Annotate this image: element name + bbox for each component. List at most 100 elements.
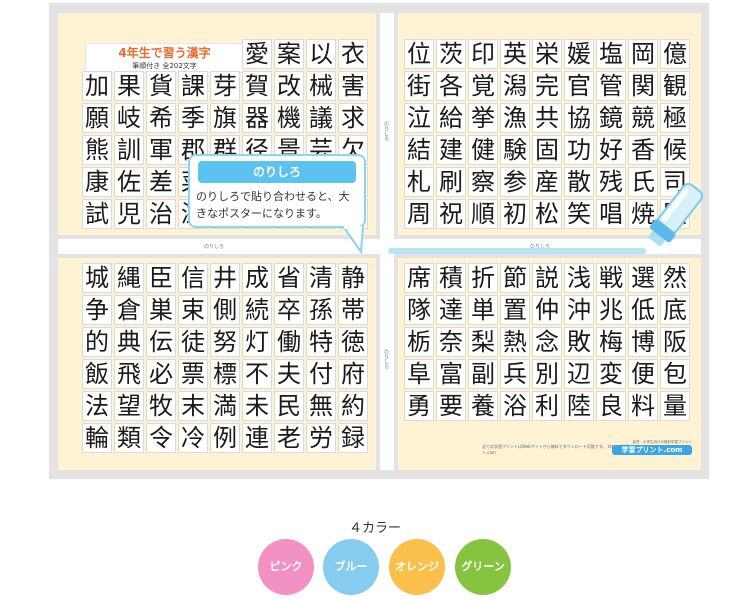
kanji-cell: 好 <box>596 135 626 165</box>
kanji-cell: 散 <box>564 167 594 197</box>
kanji-cell: 選 <box>628 263 658 293</box>
poster-panel-bottom-left: 城縄臣信井成省清静争倉巣束側続卒孫帯的典伝徒努灯働特徳飯飛必票標不夫付府法望牧末… <box>58 258 376 470</box>
kanji-cell: 害 <box>338 71 368 101</box>
kanji-cell: 約 <box>338 391 368 421</box>
kanji-cell: 初 <box>500 199 530 229</box>
kanji-cell: 阪 <box>660 327 690 357</box>
kanji-cell: 札 <box>404 167 434 197</box>
kanji-cell: 軍 <box>146 135 176 165</box>
kanji-cell: 栃 <box>404 327 434 357</box>
kanji-cell: 府 <box>338 359 368 389</box>
kanji-cell: 勇 <box>404 391 434 421</box>
kanji-cell: 改 <box>274 71 304 101</box>
kanji-cell: 省 <box>274 263 304 293</box>
callout-heading: のりしろ <box>198 161 356 183</box>
kanji-cell: 念 <box>532 327 562 357</box>
kanji-cell: 果 <box>114 71 144 101</box>
kanji-cell: 信 <box>178 263 208 293</box>
kanji-cell: 案 <box>274 39 304 69</box>
kanji-cell: 老 <box>274 423 304 453</box>
poster-preview: 4年生で習う漢字 筆順付き 全202文字 愛案以衣加果貨課芽賀改械害願岐希季旗器… <box>49 3 709 479</box>
kanji-cell: 包 <box>660 359 690 389</box>
kanji-cell: 器 <box>242 103 272 133</box>
kanji-cell: 束 <box>178 295 208 325</box>
kanji-cell: 栄 <box>532 39 562 69</box>
kanji-cell: 課 <box>178 71 208 101</box>
kanji-cell: 周 <box>404 199 434 229</box>
kanji-cell: 飛 <box>114 359 144 389</box>
kanji-cell: 管 <box>596 71 626 101</box>
kanji-cell: 折 <box>468 263 498 293</box>
glue-stick-icon <box>648 182 704 246</box>
speech-tail-icon <box>341 226 365 254</box>
kanji-cell: 沖 <box>564 295 594 325</box>
kanji-cell: 産 <box>532 167 562 197</box>
kanji-cell: 仲 <box>532 295 562 325</box>
kanji-cell: 媛 <box>564 39 594 69</box>
kanji-cell: 察 <box>468 167 498 197</box>
kanji-cell: 完 <box>532 71 562 101</box>
kanji-cell: 議 <box>306 103 336 133</box>
kanji-cell: 機 <box>274 103 304 133</box>
kanji-cell: 令 <box>146 423 176 453</box>
kanji-cell: 連 <box>242 423 272 453</box>
kanji-cell: 残 <box>596 167 626 197</box>
kanji-cell: 衣 <box>338 39 368 69</box>
kanji-cell: 建 <box>436 135 466 165</box>
kanji-cell: 満 <box>210 391 240 421</box>
kanji-cell: 料 <box>628 391 658 421</box>
kanji-cell: 臣 <box>146 263 176 293</box>
kanji-cell: 副 <box>468 359 498 389</box>
kanji-cell: 官 <box>564 71 594 101</box>
kanji-cell: 加 <box>82 71 112 101</box>
kanji-cell: 試 <box>82 199 112 229</box>
kanji-cell: 阜 <box>404 359 434 389</box>
kanji-cell: 末 <box>178 391 208 421</box>
kanji-cell: 覚 <box>468 71 498 101</box>
color-option-orange[interactable]: オレンジ <box>389 539 445 595</box>
kanji-cell: 芽 <box>210 71 240 101</box>
kanji-cell: 鏡 <box>596 103 626 133</box>
color-options-heading: ４カラー <box>348 521 401 536</box>
kanji-cell: 刷 <box>436 167 466 197</box>
kanji-cell: 縄 <box>114 263 144 293</box>
color-option-pink[interactable]: ピンク <box>258 539 314 595</box>
kanji-cell: 静 <box>338 263 368 293</box>
color-option-green[interactable]: グリーン <box>455 539 511 595</box>
kanji-cell: 億 <box>660 39 690 69</box>
kanji-cell: 輪 <box>82 423 112 453</box>
kanji-cell: 不 <box>242 359 272 389</box>
kanji-cell: 求 <box>338 103 368 133</box>
kanji-cell: 功 <box>564 135 594 165</box>
kanji-cell: 倉 <box>114 295 144 325</box>
kanji-cell: 変 <box>596 359 626 389</box>
callout-text: のりしろで貼り合わせると、大きなポスターになります。 <box>196 190 350 220</box>
kanji-cell: 牧 <box>146 391 176 421</box>
kanji-cell: 望 <box>114 391 144 421</box>
kanji-cell: 付 <box>306 359 336 389</box>
kanji-cell: 観 <box>660 71 690 101</box>
glue-margin-label: のりしろ <box>204 244 225 250</box>
kanji-cell: 辺 <box>564 359 594 389</box>
kanji-cell: 給 <box>436 103 466 133</box>
kanji-cell: 争 <box>82 295 112 325</box>
kanji-cell: 街 <box>404 71 434 101</box>
poster-panel-bottom-right: 全ての学習プリントはWebサイトから無料でダウンロード可能です。 https:/… <box>398 258 701 470</box>
kanji-cell: 関 <box>628 71 658 101</box>
kanji-cell: 児 <box>114 199 144 229</box>
kanji-cell: 灯 <box>242 327 272 357</box>
kanji-cell: 達 <box>436 295 466 325</box>
color-option-blue[interactable]: ブルー <box>323 539 379 595</box>
kanji-cell: 位 <box>404 39 434 69</box>
kanji-cell: 佐 <box>114 167 144 197</box>
kanji-cell: 標 <box>210 359 240 389</box>
kanji-cell: 香 <box>628 135 658 165</box>
kanji-cell: 熱 <box>500 327 530 357</box>
kanji-cell: 冷 <box>178 423 208 453</box>
kanji-cell: 験 <box>500 135 530 165</box>
kanji-cell: 茨 <box>436 39 466 69</box>
kanji-cell: 労 <box>306 423 336 453</box>
kanji-cell: 隊 <box>404 295 434 325</box>
kanji-cell: 治 <box>146 199 176 229</box>
kanji-cell: 然 <box>660 263 690 293</box>
